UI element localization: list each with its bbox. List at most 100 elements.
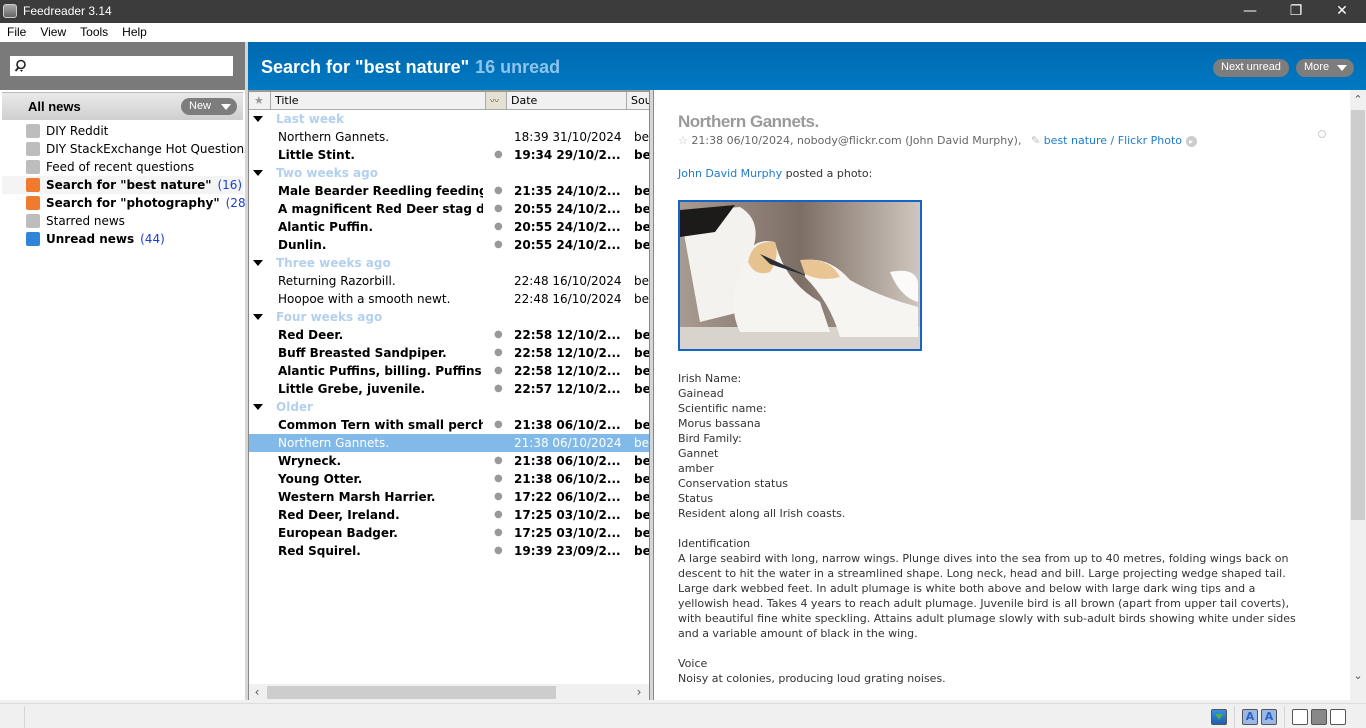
article-row[interactable]: Male Bearder Reedling feeding ... ● 21:35 … xyxy=(249,182,649,200)
article-row[interactable]: Little Stint. ● 19:34 29/10/2... be xyxy=(249,146,649,164)
article-date-cell: 21:38 06/10/2024 xyxy=(514,436,622,450)
feed-link[interactable]: best nature / Flickr Photo xyxy=(1044,134,1182,147)
article-source-cell: be xyxy=(634,418,649,432)
article-row[interactable]: Young Otter. ● 21:38 06/10/2... be xyxy=(249,470,649,488)
article-reader: Northern Gannets. ☆ 21:38 06/10/2024, no… xyxy=(653,90,1366,700)
feed-name: Unread news xyxy=(46,232,135,246)
title-column-header[interactable]: Title xyxy=(271,92,486,109)
collapse-triangle-icon[interactable] xyxy=(253,260,263,266)
posted-text: posted a photo: xyxy=(782,167,873,180)
collapse-triangle-icon[interactable] xyxy=(253,404,263,410)
search-box[interactable] xyxy=(10,56,233,76)
decrease-font-icon[interactable]: A xyxy=(1242,709,1258,725)
search-feed-icon xyxy=(26,178,40,192)
article-row[interactable]: Returning Razorbill. 22:48 16/10/2024 be xyxy=(249,272,649,290)
article-row[interactable]: Northern Gannets. 21:38 06/10/2024 be xyxy=(249,434,649,452)
collapse-triangle-icon[interactable] xyxy=(253,314,263,320)
article-row[interactable]: Dunlin. ● 20:55 24/10/2... be xyxy=(249,236,649,254)
menu-file[interactable]: File xyxy=(0,23,33,39)
article-row[interactable]: Alantic Puffin. ● 20:55 24/10/2... be xyxy=(249,218,649,236)
search-input[interactable] xyxy=(32,58,227,74)
menu-view[interactable]: View xyxy=(33,23,73,39)
increase-font-icon[interactable]: A xyxy=(1261,709,1277,725)
article-row[interactable]: Common Tern with small perch. ● 21:38 06/1… xyxy=(249,416,649,434)
horizontal-scroll-thumb[interactable] xyxy=(267,686,556,699)
article-row[interactable]: Wryneck. ● 21:38 06/10/2... be xyxy=(249,452,649,470)
new-button[interactable]: New xyxy=(181,98,237,115)
collapse-triangle-icon[interactable] xyxy=(253,116,263,122)
feed-column-header[interactable]: 〰 xyxy=(486,92,507,109)
source-column-header[interactable]: Sou xyxy=(627,92,649,109)
scroll-left-arrow[interactable]: ‹ xyxy=(249,684,265,700)
unread-dot-icon: ● xyxy=(494,527,503,538)
article-photo[interactable] xyxy=(678,200,922,351)
group-name: Older xyxy=(276,400,313,414)
layout-three-pane-icon[interactable] xyxy=(1311,709,1327,725)
article-row[interactable]: Hoopoe with a smooth newt. 22:48 16/10/20… xyxy=(249,290,649,308)
unread-dot-icon: ● xyxy=(494,239,503,250)
article-title-cell: Red Deer, Ireland. xyxy=(278,508,400,522)
article-date-cell: 18:39 31/10/2024 xyxy=(514,130,622,144)
article-row[interactable]: Alantic Puffins, billing. Puffins ... ● 22… xyxy=(249,362,649,380)
article-row[interactable]: Western Marsh Harrier. ● 17:22 06/10/2... b… xyxy=(249,488,649,506)
more-button[interactable]: More xyxy=(1296,59,1354,77)
layout-left-icon[interactable] xyxy=(1292,709,1308,725)
download-feeds-icon[interactable] xyxy=(1211,709,1227,725)
article-row[interactable]: Red Deer. ● 22:58 12/10/2... be xyxy=(249,326,649,344)
close-button[interactable]: ✕ xyxy=(1319,0,1365,23)
vertical-scrollbar[interactable]: ⌃ ⌄ xyxy=(1350,90,1366,700)
feed-item[interactable]: Starred news xyxy=(2,212,243,230)
menu-tools[interactable]: Tools xyxy=(73,23,115,39)
article-date-cell: 21:38 06/10/2... xyxy=(514,472,621,486)
article-row[interactable]: Red Deer, Ireland. ● 17:25 03/10/2... be xyxy=(249,506,649,524)
feed-item[interactable]: Feed of recent questions xyxy=(2,158,243,176)
feed-item[interactable]: Unread news (44) xyxy=(2,230,243,248)
horizontal-scrollbar[interactable]: ‹ › xyxy=(249,684,649,700)
article-row[interactable]: Northern Gannets. 18:39 31/10/2024 be xyxy=(249,128,649,146)
group-header[interactable]: Last week xyxy=(249,110,649,128)
collapse-triangle-icon[interactable] xyxy=(253,170,263,176)
article-row[interactable]: A magnificent Red Deer stag d... ● 20:55 2… xyxy=(249,200,649,218)
scroll-up-arrow[interactable]: ⌃ xyxy=(1350,92,1366,108)
author-link[interactable]: John David Murphy xyxy=(678,167,782,180)
all-news-header[interactable]: All news New xyxy=(2,92,243,120)
restore-button[interactable]: ❐ xyxy=(1273,0,1319,23)
group-header[interactable]: Four weeks ago xyxy=(249,308,649,326)
article-title-cell: Wryneck. xyxy=(278,454,342,468)
star-outline-icon[interactable]: ☆ xyxy=(678,134,688,147)
article-source-cell: be xyxy=(634,454,649,468)
feed-item[interactable]: DIY Reddit xyxy=(2,122,243,140)
feed-name: Search for "photography" xyxy=(46,196,220,210)
scroll-down-arrow[interactable]: ⌄ xyxy=(1350,668,1366,684)
group-header[interactable]: Two weeks ago xyxy=(249,164,649,182)
posted-line: John David Murphy posted a photo: xyxy=(678,167,872,180)
article-date-cell: 20:55 24/10/2... xyxy=(514,238,621,252)
vertical-scroll-thumb[interactable] xyxy=(1351,110,1365,520)
group-header[interactable]: Older xyxy=(249,398,649,416)
menu-help[interactable]: Help xyxy=(115,23,154,39)
article-row[interactable]: Red Squirel. ● 19:39 23/09/2... be xyxy=(249,542,649,560)
minimize-button[interactable]: — xyxy=(1227,0,1273,23)
article-title: Northern Gannets. xyxy=(678,112,819,131)
star-column-header[interactable]: ★ xyxy=(249,92,271,109)
next-unread-button[interactable]: Next unread xyxy=(1213,59,1289,77)
unread-dot-icon: ● xyxy=(494,185,503,196)
article-row[interactable]: Little Grebe, juvenile. ● 22:57 12/10/2...… xyxy=(249,380,649,398)
article-date-cell: 21:38 06/10/2... xyxy=(514,418,621,432)
feed-name: Feed of recent questions xyxy=(46,160,195,174)
feed-item[interactable]: Search for "photography" (28) xyxy=(2,194,250,212)
layout-right-icon[interactable] xyxy=(1330,709,1346,725)
feed-item[interactable]: Search for "best nature" (16) xyxy=(2,176,243,194)
article-row[interactable]: Buff Breasted Sandpiper. ● 22:58 12/10/2..… xyxy=(249,344,649,362)
chevron-down-icon xyxy=(221,104,231,110)
go-arrow-icon[interactable]: ▸ xyxy=(1185,135,1197,147)
article-date-cell: 20:55 24/10/2... xyxy=(514,220,621,234)
article-source-cell: be xyxy=(634,346,649,360)
tag-icon: ✎ xyxy=(1030,134,1041,147)
feed-item[interactable]: DIY StackExchange Hot Questions xyxy=(2,140,250,158)
read-status-icon[interactable] xyxy=(1318,130,1326,138)
article-row[interactable]: European Badger. ● 17:25 03/10/2... be xyxy=(249,524,649,542)
scroll-right-arrow[interactable]: › xyxy=(631,684,647,700)
group-header[interactable]: Three weeks ago xyxy=(249,254,649,272)
date-column-header[interactable]: Date xyxy=(507,92,627,109)
